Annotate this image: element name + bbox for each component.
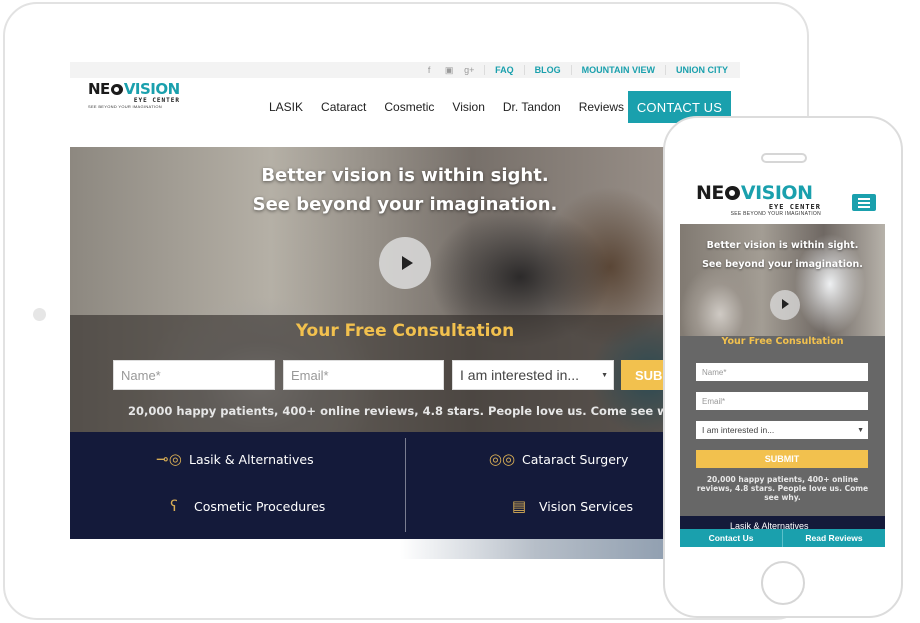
service-label: Lasik & Alternatives bbox=[189, 451, 314, 467]
eyes-icon: ◎◎ bbox=[488, 450, 516, 468]
hero-line-2: See beyond your imagination. bbox=[702, 259, 863, 270]
phone-speaker bbox=[761, 153, 807, 163]
play-icon[interactable] bbox=[379, 237, 431, 289]
service-label: Cataract Surgery bbox=[522, 451, 629, 467]
caret-down-icon: ▼ bbox=[601, 371, 608, 379]
services-panel: ⊸◎ Lasik & Alternatives ◎◎ Cataract Surg… bbox=[70, 432, 670, 539]
submit-button[interactable]: SUBMIT bbox=[696, 450, 868, 468]
tablet-camera bbox=[33, 308, 46, 321]
hero-line-2: See beyond your imagination. bbox=[252, 194, 558, 215]
social-proof-text: 20,000 happy patients, 400+ online revie… bbox=[128, 404, 687, 418]
divider bbox=[570, 65, 572, 75]
service-label: Cosmetic Procedures bbox=[194, 498, 326, 514]
google-plus-icon[interactable]: g+ bbox=[464, 65, 474, 75]
eye-icon bbox=[724, 186, 740, 200]
youtube-icon[interactable]: ▣ bbox=[444, 65, 454, 76]
device-mockup-stage: f ▣ g+ FAQ BLOG MOUNTAIN VIEW UNION CITY… bbox=[0, 0, 920, 623]
desktop-website: f ▣ g+ FAQ BLOG MOUNTAIN VIEW UNION CITY… bbox=[70, 62, 740, 562]
consultation-title: Your Free Consultation bbox=[721, 336, 844, 347]
nav-cataract[interactable]: Cataract bbox=[312, 100, 375, 114]
union-city-link[interactable]: UNION CITY bbox=[676, 65, 728, 75]
divider bbox=[484, 65, 486, 75]
divider bbox=[405, 438, 406, 532]
blog-link[interactable]: BLOG bbox=[535, 65, 561, 75]
mountain-view-link[interactable]: MOUNTAIN VIEW bbox=[582, 65, 655, 75]
faq-link[interactable]: FAQ bbox=[495, 65, 514, 75]
logo-vision: VISION bbox=[123, 80, 180, 98]
facebook-icon[interactable]: f bbox=[424, 65, 434, 75]
caret-down-icon: ▼ bbox=[857, 426, 864, 434]
face-profile-icon: ʕ bbox=[170, 497, 178, 515]
laser-eye-icon: ⊸◎ bbox=[156, 450, 182, 468]
service-label: Vision Services bbox=[539, 498, 633, 514]
consultation-title: Your Free Consultation bbox=[295, 321, 515, 341]
read-reviews-button[interactable]: Read Reviews bbox=[782, 529, 885, 547]
interest-select-value: I am interested in... bbox=[702, 425, 775, 435]
site-logo[interactable]: NE VISION EYE CENTER SEE BEYOND YOUR IMAG… bbox=[88, 82, 180, 110]
service-vision[interactable]: ▤ Vision Services bbox=[505, 497, 633, 515]
eye-chart-icon: ▤ bbox=[511, 497, 527, 515]
interest-select[interactable]: I am interested in... ▼ bbox=[696, 421, 868, 439]
consultation-form: Your Free Consultation Name* Email* I am… bbox=[70, 315, 740, 432]
phone-home-button bbox=[761, 561, 805, 605]
name-input[interactable]: Name* bbox=[113, 360, 275, 390]
mobile-hero-headline: Better vision is within sight. See beyon… bbox=[680, 236, 885, 274]
email-input[interactable]: Email* bbox=[696, 392, 868, 410]
logo-subtitle: EYE CENTER bbox=[768, 203, 821, 211]
mobile-hero: Better vision is within sight. See beyon… bbox=[680, 224, 885, 338]
logo-neo: NE bbox=[88, 80, 110, 98]
mobile-services-peek: Lasik & Alternatives bbox=[680, 516, 885, 530]
nav-cosmetic[interactable]: Cosmetic bbox=[375, 100, 443, 114]
service-cosmetic[interactable]: ʕ Cosmetic Procedures bbox=[160, 497, 325, 515]
nav-reviews[interactable]: Reviews bbox=[570, 100, 633, 114]
utility-bar: f ▣ g+ FAQ BLOG MOUNTAIN VIEW UNION CITY bbox=[70, 62, 740, 78]
logo-vision: VISION bbox=[740, 182, 813, 204]
eye-icon bbox=[110, 84, 123, 95]
logo-wordmark: NE VISION bbox=[88, 82, 180, 97]
hero-banner: Better vision is within sight. See beyon… bbox=[70, 147, 740, 432]
logo-tagline: SEE BEYOND YOUR IMAGINATION bbox=[730, 211, 821, 217]
interest-select[interactable]: I am interested in... ▼ bbox=[452, 360, 614, 390]
logo-neo: NE bbox=[696, 182, 724, 204]
interest-select-value: I am interested in... bbox=[460, 367, 580, 383]
name-input[interactable]: Name* bbox=[696, 363, 868, 381]
social-proof-text: 20,000 happy patients, 400+ online revie… bbox=[696, 475, 869, 502]
service-cataract[interactable]: ◎◎ Cataract Surgery bbox=[488, 450, 629, 468]
divider bbox=[664, 65, 666, 75]
logo-subtitle: EYE CENTER bbox=[133, 97, 180, 104]
mobile-bottom-bar: Contact Us Read Reviews bbox=[680, 529, 885, 547]
nav-lasik[interactable]: LASIK bbox=[260, 100, 312, 114]
hero-line-1: Better vision is within sight. bbox=[706, 240, 859, 251]
mobile-consultation-form: Your Free Consultation Name* Email* I am… bbox=[680, 336, 885, 516]
logo-wordmark: NE VISION bbox=[696, 184, 821, 203]
hero-headline: Better vision is within sight. See beyon… bbox=[70, 161, 740, 219]
hero-line-1: Better vision is within sight. bbox=[261, 165, 549, 186]
contact-us-button[interactable]: Contact Us bbox=[680, 529, 782, 547]
service-lasik[interactable]: ⊸◎ Lasik & Alternatives bbox=[155, 450, 314, 468]
nav-dr-tandon[interactable]: Dr. Tandon bbox=[494, 100, 570, 114]
main-nav: LASIK Cataract Cosmetic Vision Dr. Tando… bbox=[260, 91, 633, 123]
divider bbox=[523, 65, 525, 75]
hamburger-menu-icon[interactable] bbox=[852, 194, 876, 211]
mobile-website: NE VISION EYE CENTER SEE BEYOND YOUR IMAG… bbox=[680, 176, 885, 547]
logo-tagline: SEE BEYOND YOUR IMAGINATION bbox=[88, 104, 162, 109]
nav-vision[interactable]: Vision bbox=[443, 100, 493, 114]
mobile-logo[interactable]: NE VISION EYE CENTER SEE BEYOND YOUR IMAG… bbox=[696, 184, 821, 218]
email-input[interactable]: Email* bbox=[283, 360, 444, 390]
play-icon[interactable] bbox=[770, 290, 800, 320]
